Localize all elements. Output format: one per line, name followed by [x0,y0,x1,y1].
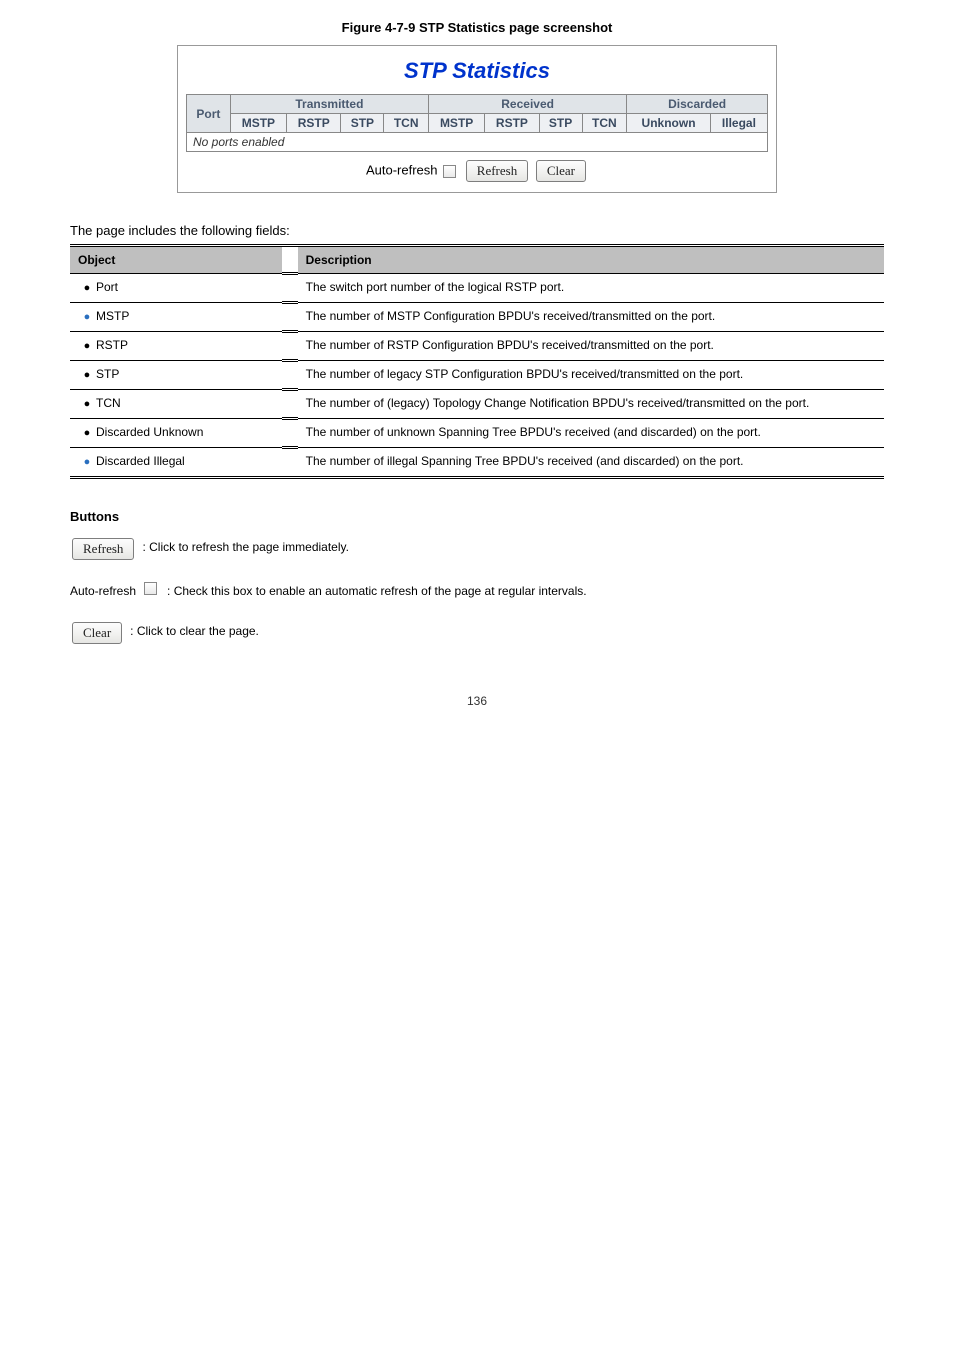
row-gap [282,361,298,390]
description-cell: The number of unknown Spanning Tree BPDU… [298,419,884,448]
figure-controls: Auto-refresh Refresh Clear [186,160,768,182]
description-cell: The switch port number of the logical RS… [298,274,884,303]
auto-refresh-label: Auto-refresh [366,162,438,177]
description-cell: The number of (legacy) Topology Change N… [298,390,884,419]
description-cell: The number of RSTP Configuration BPDU's … [298,332,884,361]
row-gap [282,448,298,478]
button-explanation-text: : Click to clear the page. [130,622,884,640]
row-gap [282,390,298,419]
refresh-button[interactable]: Refresh [466,160,528,182]
table-row: ●RSTP The number of RSTP Configuration BP… [70,332,884,361]
bullet-icon: ● [78,338,96,354]
object-cell: ●Discarded Unknown [70,419,282,448]
intro-line: The page includes the following fields: [70,223,884,238]
object-label: TCN [96,396,274,410]
description-cell: The number of illegal Spanning Tree BPDU… [298,448,884,478]
col-tx-rstp: RSTP [286,114,340,133]
col-group-transmitted: Transmitted [230,95,428,114]
object-cell: ●RSTP [70,332,282,361]
table-row: ●Discarded Illegal The number of illegal … [70,448,884,478]
row-gap [282,419,298,448]
buttons-heading: Buttons [70,509,884,524]
object-cell: ●Port [70,274,282,303]
button-explanation-row: Clear : Click to clear the page. [70,622,884,644]
col-disc-unknown: Unknown [627,114,711,133]
header-gap [282,246,298,274]
button-explanation-row: Refresh : Click to refresh the page immed… [70,538,884,560]
object-cell: ●Discarded Illegal [70,448,282,478]
no-ports-message: No ports enabled [187,133,768,152]
auto-refresh-checkbox-inline[interactable] [144,582,157,595]
object-label: Port [96,280,274,294]
bullet-icon: ● [78,396,96,412]
col-rx-tcn: TCN [582,114,627,133]
table-row: ●Port The switch port number of the logic… [70,274,884,303]
refresh-button-inline[interactable]: Refresh [72,538,134,560]
col-rx-rstp: RSTP [485,114,539,133]
col-rx-stp: STP [539,114,582,133]
col-tx-tcn: TCN [384,114,429,133]
clear-button[interactable]: Clear [536,160,586,182]
button-explanation-text: : Check this box to enable an automatic … [167,582,884,600]
header-object: Object [70,246,282,274]
object-label: Discarded Illegal [96,454,274,468]
page-number: 136 [70,694,884,708]
panel-title: STP Statistics [186,58,768,84]
row-gap [282,303,298,332]
col-disc-illegal: Illegal [710,114,767,133]
object-cell: ●MSTP [70,303,282,332]
clear-button-inline[interactable]: Clear [72,622,122,644]
figure-container: STP Statistics Port Transmitted Received… [177,45,777,193]
col-group-discarded: Discarded [627,95,768,114]
row-gap [282,332,298,361]
button-explanation-row: Auto-refresh : Check this box to enable … [70,582,884,600]
object-label: RSTP [96,338,274,352]
auto-refresh-text: Auto-refresh [70,582,136,600]
col-port: Port [187,95,231,133]
object-label: STP [96,367,274,381]
description-cell: The number of legacy STP Configuration B… [298,361,884,390]
bullet-icon: ● [78,425,96,441]
col-group-received: Received [429,95,627,114]
button-explanation-text: : Click to refresh the page immediately. [142,538,884,556]
col-rx-mstp: MSTP [429,114,485,133]
object-label: Discarded Unknown [96,425,274,439]
object-cell: ●STP [70,361,282,390]
col-tx-stp: STP [341,114,384,133]
table-row: ●TCN The number of (legacy) Topology Chan… [70,390,884,419]
description-cell: The number of MSTP Configuration BPDU's … [298,303,884,332]
header-description: Description [298,246,884,274]
table-row: ●STP The number of legacy STP Configurati… [70,361,884,390]
object-description-table: Object Description ●PortThe switch port … [70,244,884,479]
bullet-icon: ● [78,309,96,325]
table-row: ●MSTP The number of MSTP Configuration BP… [70,303,884,332]
bullet-icon: ● [78,454,96,470]
bullet-icon: ● [78,280,96,296]
row-gap [282,274,298,303]
stp-statistics-table: Port Transmitted Received Discarded MSTP… [186,94,768,152]
auto-refresh-checkbox[interactable] [443,165,456,178]
object-cell: ●TCN [70,390,282,419]
bullet-icon: ● [78,367,96,383]
table-row: ●Discarded Unknown The number of unknown … [70,419,884,448]
figure-caption: Figure 4-7-9 STP Statistics page screens… [70,20,884,35]
stp-statistics-screenshot: STP Statistics Port Transmitted Received… [177,45,777,193]
col-tx-mstp: MSTP [230,114,286,133]
object-label: MSTP [96,309,274,323]
